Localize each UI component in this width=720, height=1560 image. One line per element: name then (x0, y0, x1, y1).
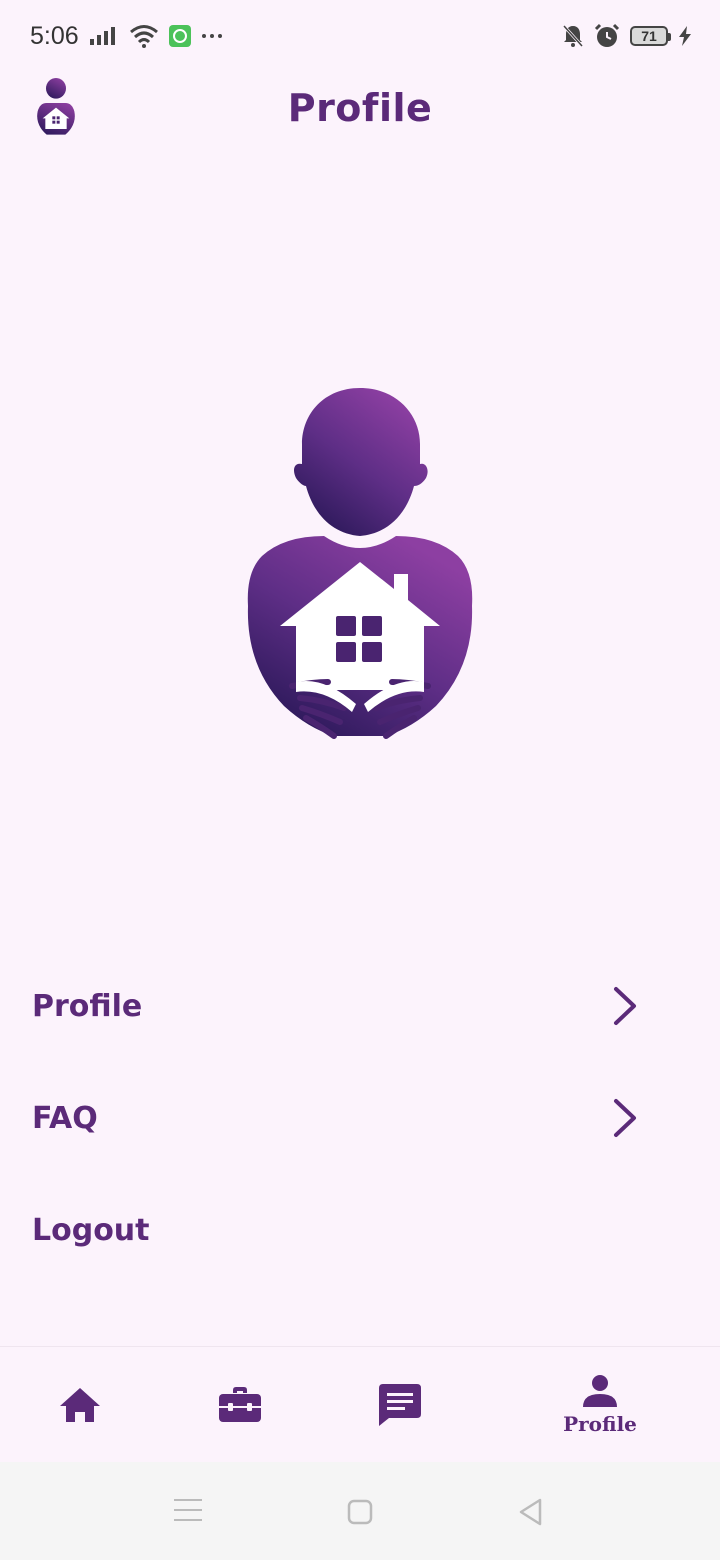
menu-item-logout[interactable]: Logout (0, 1174, 720, 1286)
whatsapp-icon (168, 25, 191, 47)
nav-item-label: Profile (563, 1412, 637, 1436)
menu-item-profile[interactable]: Profile (0, 950, 720, 1062)
bell-off-icon (562, 24, 584, 48)
home-hug-logo-icon (247, 388, 473, 739)
alarm-icon (594, 23, 620, 47)
page-title: Profile (287, 86, 433, 130)
menu-item-label: Profile (32, 988, 143, 1024)
status-bar: 5:06 71 (0, 0, 720, 72)
battery-icon: 71 (630, 26, 671, 46)
nav-item-messages[interactable] (340, 1347, 460, 1463)
nav-item-home[interactable] (20, 1347, 140, 1463)
system-nav-bar (0, 1462, 720, 1560)
battery-level: 71 (641, 28, 657, 44)
status-time: 5:06 (30, 21, 79, 50)
bottom-nav: Profile (0, 1346, 720, 1462)
menu-item-label: Logout (32, 1212, 150, 1248)
back-icon[interactable] (518, 1498, 544, 1526)
app-header: Profile (0, 72, 720, 152)
nav-item-jobs[interactable] (180, 1347, 300, 1463)
briefcase-icon (219, 1387, 261, 1422)
status-bar-left: 5:06 (30, 22, 223, 51)
menu-item-label: FAQ (32, 1100, 98, 1136)
nav-item-profile[interactable]: Profile (540, 1347, 660, 1463)
profile-menu: Profile FAQ Logout (0, 950, 720, 1286)
chat-icon (379, 1384, 421, 1426)
charging-icon (679, 26, 691, 46)
recents-icon[interactable] (174, 1498, 202, 1522)
chevron-right-icon (614, 1099, 636, 1137)
home-button-icon[interactable] (347, 1499, 373, 1525)
status-bar-right: 71 (562, 23, 692, 49)
wifi-icon (129, 25, 158, 48)
home-icon (60, 1388, 100, 1422)
menu-item-faq[interactable]: FAQ (0, 1062, 720, 1174)
chevron-right-icon (614, 987, 636, 1025)
person-icon (583, 1375, 617, 1407)
more-icon (201, 34, 222, 38)
signal-icon (89, 27, 115, 45)
